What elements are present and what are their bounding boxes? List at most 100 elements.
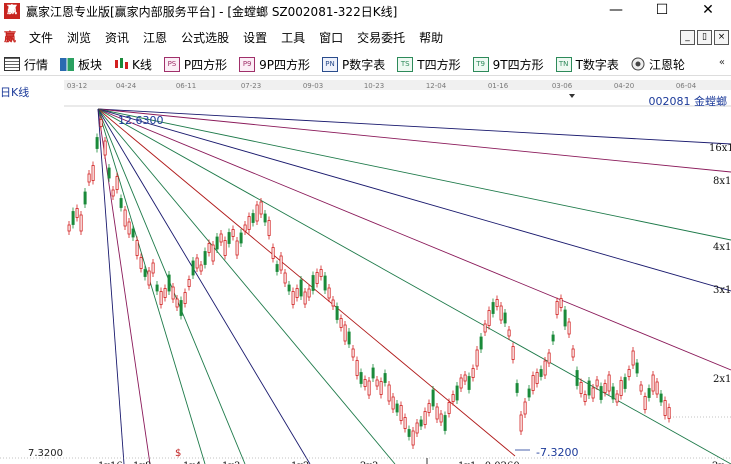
candle-body (551, 334, 555, 342)
candle-body (471, 368, 475, 378)
candle-body (103, 140, 107, 156)
menu-formula-select[interactable]: 公式选股 (174, 29, 236, 46)
candle-body (223, 240, 227, 256)
candle-body (123, 209, 127, 227)
candle-body (559, 298, 563, 308)
candle-body (163, 288, 167, 298)
candle-body (587, 380, 591, 396)
candle-body (107, 167, 111, 179)
candle-body (139, 257, 143, 269)
tool-p-number[interactable]: PN P数字表 (318, 56, 385, 73)
p9-icon: P9 (239, 56, 256, 72)
menu-window[interactable]: 窗口 (312, 29, 350, 46)
candle-body (75, 208, 79, 218)
tool-gann-wheel-label: 江恩轮 (648, 57, 685, 72)
candle-body (647, 388, 651, 398)
candle-body (427, 403, 431, 413)
candle-body (175, 298, 179, 308)
tool-t-number[interactable]: TN T数字表 (552, 56, 619, 73)
menu-gann[interactable]: 江恩 (136, 29, 174, 46)
menu-trade[interactable]: 交易委托 (350, 29, 412, 46)
maximize-button[interactable]: ☐ (639, 0, 685, 22)
tool-sectors[interactable]: 板块 (56, 56, 102, 73)
candle-body (663, 400, 667, 416)
candle-body (459, 377, 463, 389)
candle-body (271, 247, 275, 259)
candle-body (463, 374, 467, 382)
menu-info[interactable]: 资讯 (98, 29, 136, 46)
candle-body (423, 411, 427, 425)
fan-ratio-label: 3x1 (713, 285, 731, 296)
candle-body (563, 309, 567, 327)
candle-body (159, 291, 163, 305)
candle-body (515, 383, 519, 393)
mdi-restore-button[interactable]: ▯ (697, 30, 712, 45)
close-button[interactable]: ✕ (685, 0, 731, 22)
mdi-minimize-button[interactable]: _ (680, 30, 695, 45)
candle-body (591, 387, 595, 399)
candle-body (499, 305, 503, 321)
tool-t-square[interactable]: TS T四方形 (393, 56, 461, 73)
candle-body (115, 176, 119, 190)
candle-body (379, 381, 383, 395)
candle-body (599, 386, 603, 400)
mdi-controls: _ ▯ × (680, 30, 729, 45)
toolbar-more-button[interactable]: « (719, 57, 725, 68)
candle-body (199, 264, 203, 272)
gann-fan-line (97, 108, 731, 371)
menu-browse[interactable]: 浏览 (60, 29, 98, 46)
kline-chart[interactable]: 03-12 04-24 06-11 07-23 09-03 10-23 12-04 01-16… (0, 78, 731, 464)
candle-body (291, 291, 295, 305)
date-tick-label: 01-16 (488, 82, 509, 90)
candle-body (143, 269, 147, 277)
candle-body (195, 257, 199, 269)
candle-body (283, 272, 287, 284)
date-tick-label: 12-04 (426, 82, 447, 90)
candle-body (435, 406, 439, 420)
dollar-marker: $ (175, 448, 181, 459)
minimize-button[interactable]: — (593, 0, 639, 22)
candle-body (111, 189, 115, 197)
candle-body (211, 244, 215, 262)
candle-body (327, 287, 331, 299)
high-price-label: 12.6300 (118, 114, 164, 127)
candle-body (243, 224, 247, 232)
tool-9t-square[interactable]: T9 9T四方形 (469, 56, 544, 73)
candle-body (511, 346, 515, 360)
candle-body (155, 284, 159, 292)
candle-body (543, 360, 547, 376)
mdi-close-button[interactable]: × (714, 30, 729, 45)
fan-ratio-label: 8x1 (713, 176, 731, 187)
app-logo-icon: 赢 (4, 3, 20, 19)
candle-body (287, 284, 291, 292)
tool-quotes[interactable]: 行情 (0, 56, 48, 73)
candle-body (631, 350, 635, 366)
tool-9p-square[interactable]: P9 9P四方形 (235, 56, 310, 73)
candle-body (311, 275, 315, 291)
tool-gann-wheel[interactable]: 江恩轮 (627, 56, 685, 73)
candle-body (503, 312, 507, 324)
candle-body (455, 385, 459, 401)
candle-body (627, 369, 631, 377)
tool-p-square[interactable]: PS P四方形 (160, 56, 227, 73)
candle-body (247, 216, 251, 230)
gann-fan-line (97, 108, 311, 464)
gann-fan-line (97, 108, 731, 241)
candle-body (299, 279, 303, 297)
menu-settings[interactable]: 设置 (236, 29, 274, 46)
candle-body (519, 414, 523, 432)
menu-tools[interactable]: 工具 (274, 29, 312, 46)
candle-body (567, 321, 571, 335)
tool-kline[interactable]: K线 (110, 56, 152, 73)
title-bar: 赢 赢家江恩专业版[赢家内部服务平台] - [金螳螂 SZ002081-322日… (0, 0, 731, 22)
menu-help[interactable]: 帮助 (412, 29, 450, 46)
axis-low-label: 7.3200 (28, 448, 63, 459)
candle-body (191, 260, 195, 276)
t9-icon: T9 (472, 56, 489, 72)
wheel-icon (631, 57, 645, 71)
candle-body (267, 220, 271, 236)
tool-p-square-label: P四方形 (183, 57, 228, 72)
tool-t-square-label: T四方形 (417, 57, 461, 72)
menu-file[interactable]: 文件 (22, 29, 60, 46)
ps-icon: PS (163, 56, 180, 72)
